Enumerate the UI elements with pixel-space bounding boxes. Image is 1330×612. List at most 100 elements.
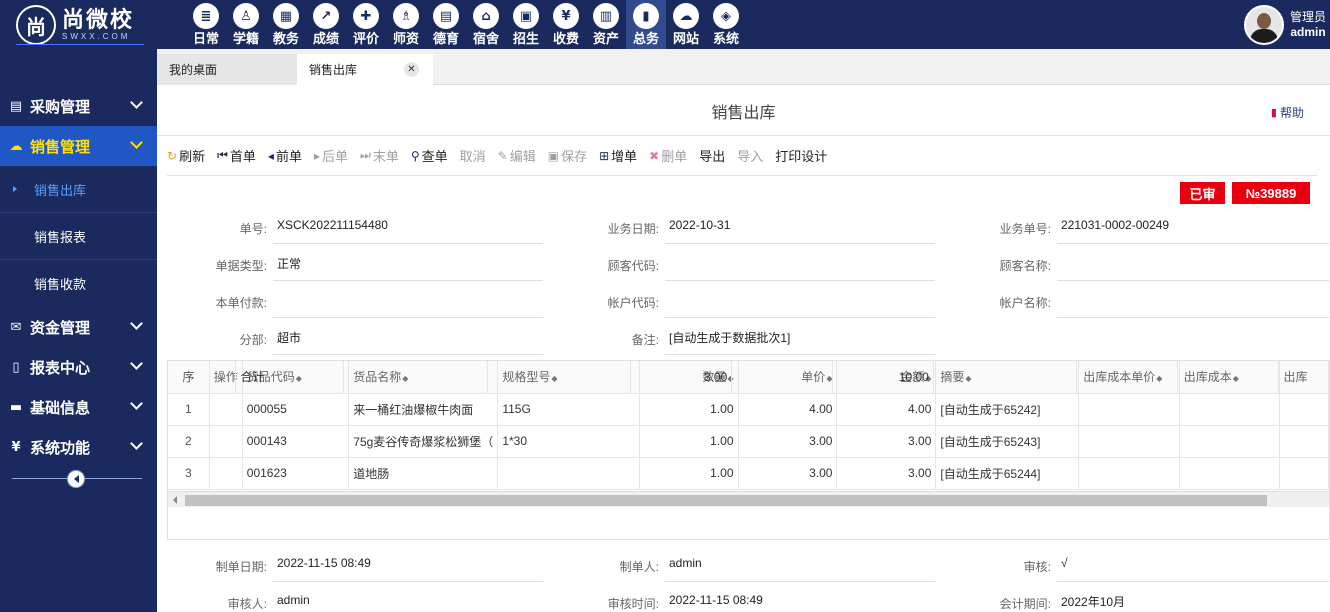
table-cell[interactable]	[1279, 425, 1329, 458]
table-row[interactable]: 3 001623 道地肠 1.00 3.00 3.00 [自动生成于65244]	[168, 457, 1329, 490]
toolbar-button-5[interactable]: ⚲ 查单	[411, 146, 448, 165]
module-1[interactable]: ♙ 学籍	[226, 0, 266, 49]
toolbar-button-3[interactable]: ▸ 后单	[314, 146, 348, 165]
table-cell[interactable]: [自动生成于65242]	[935, 393, 1080, 426]
field-value[interactable]: 正常	[273, 245, 543, 281]
sidebar-group-purchase[interactable]: ▤ 采购管理	[0, 86, 157, 126]
field-value[interactable]: 2022-11-15 08:49	[665, 583, 935, 612]
field-value[interactable]: 2022-10-31	[665, 208, 935, 244]
toolbar-button-0[interactable]: ↻ 刷新	[167, 146, 205, 165]
sidebar-item-sales-report[interactable]: 销售报表	[0, 213, 157, 260]
scroll-left-icon[interactable]	[173, 496, 177, 504]
module-4[interactable]: ✚ 评价	[346, 0, 386, 49]
field-value[interactable]: 超市	[273, 319, 543, 355]
logo[interactable]: 尚 尚微校 SWXX.COM	[16, 4, 144, 46]
module-0[interactable]: ≣ 日常	[186, 0, 226, 49]
field-value[interactable]: admin	[665, 546, 935, 582]
table-cell[interactable]: 1	[168, 393, 210, 426]
field-value[interactable]	[665, 245, 935, 281]
field-value[interactable]: √	[1057, 546, 1329, 582]
table-cell[interactable]: 2	[168, 425, 210, 458]
sidebar-item-sales-receipt[interactable]: 销售收款	[0, 260, 157, 307]
toolbar-button-2[interactable]: ◂ 前单	[268, 146, 302, 165]
tab-sales-outbound[interactable]: 销售出库 ✕	[297, 54, 433, 85]
table-cell[interactable]: 000055	[242, 393, 350, 426]
table-cell[interactable]: 1*30	[497, 425, 640, 458]
table-cell[interactable]: 001623	[242, 457, 350, 490]
table-cell[interactable]: 4.00	[738, 393, 838, 426]
toolbar-button-10[interactable]: ✖ 删单	[649, 146, 687, 165]
table-cell[interactable]: 75g麦谷传奇爆浆松狮堡（	[348, 425, 499, 458]
table-cell[interactable]	[1179, 393, 1280, 426]
module-7[interactable]: ⌂ 宿舍	[466, 0, 506, 49]
table-cell[interactable]: [自动生成于65243]	[935, 425, 1080, 458]
table-row[interactable]: 2 000143 75g麦谷传奇爆浆松狮堡（ 1*30 1.00 3.00 3.00 [自动生…	[168, 425, 1329, 458]
toolbar-button-13[interactable]: 打印设计	[775, 146, 827, 165]
table-cell[interactable]	[1078, 425, 1180, 458]
table-cell[interactable]	[1279, 457, 1329, 490]
table-cell[interactable]: 000143	[242, 425, 350, 458]
table-cell[interactable]: 1.00	[639, 425, 739, 458]
toolbar-button-7[interactable]: ✎ 编辑	[498, 146, 536, 165]
avatar[interactable]	[1243, 5, 1284, 45]
table-cell[interactable]	[497, 457, 640, 490]
table-cell[interactable]: 1.00	[639, 393, 739, 426]
close-icon[interactable]: ✕	[404, 62, 419, 77]
table-cell[interactable]	[1179, 425, 1280, 458]
field-value[interactable]	[273, 282, 543, 318]
toolbar-button-4[interactable]: ⏭ 末单	[360, 146, 399, 165]
table-cell[interactable]	[1078, 457, 1180, 490]
table-cell[interactable]: 来一桶红油爆椒牛肉面	[348, 393, 499, 426]
toolbar-button-8[interactable]: ▣ 保存	[548, 146, 587, 165]
field-value[interactable]: 221031-0002-00249	[1057, 208, 1329, 244]
module-5[interactable]: ♗ 师资	[386, 0, 426, 49]
table-row[interactable]: 1 000055 来一桶红油爆椒牛肉面 115G 1.00 4.00 4.00 [自动生成于6…	[168, 393, 1329, 426]
sidebar-collapse-button[interactable]	[67, 470, 85, 488]
toolbar-button-1[interactable]: ⏮ 首单	[217, 146, 256, 165]
field-value[interactable]	[665, 282, 935, 318]
table-cell[interactable]: 道地肠	[348, 457, 499, 490]
module-8[interactable]: ▣ 招生	[506, 0, 546, 49]
table-cell[interactable]: 3.00	[738, 425, 838, 458]
module-13[interactable]: ◈ 系统	[706, 0, 746, 49]
module-3[interactable]: ↗ 成绩	[306, 0, 346, 49]
table-cell[interactable]: 3.00	[836, 425, 937, 458]
module-9[interactable]: ¥ 收费	[546, 0, 586, 49]
table-cell[interactable]	[1078, 393, 1180, 426]
table-cell[interactable]: 1.00	[639, 457, 739, 490]
module-10[interactable]: ▥ 资产	[586, 0, 626, 49]
help-link[interactable]: ▮ 帮助	[1271, 104, 1304, 121]
field-value[interactable]	[1057, 245, 1329, 281]
table-cell[interactable]: 115G	[497, 393, 640, 426]
table-cell[interactable]	[1279, 393, 1329, 426]
sidebar-item-sales-outbound[interactable]: 销售出库	[0, 166, 157, 213]
table-cell[interactable]: 3	[168, 457, 210, 490]
field-value[interactable]	[1057, 282, 1329, 318]
field-value[interactable]: 2022年10月	[1057, 583, 1329, 612]
sidebar-group-sales[interactable]: ☁ 销售管理	[0, 126, 157, 166]
field-value[interactable]: admin	[273, 583, 543, 612]
scrollbar-thumb[interactable]	[185, 495, 1267, 506]
module-2[interactable]: ▦ 教务	[266, 0, 306, 49]
horizontal-scrollbar[interactable]	[168, 491, 1329, 507]
tab-desktop[interactable]: 我的桌面	[157, 54, 297, 85]
field-value[interactable]: XSCK202211154480	[273, 208, 543, 244]
field-value[interactable]: [自动生成于数据批次1]	[665, 319, 935, 355]
table-cell[interactable]: 3.00	[836, 457, 937, 490]
module-12[interactable]: ☁ 网站	[666, 0, 706, 49]
field-value[interactable]: 2022-11-15 08:49	[273, 546, 543, 582]
table-cell[interactable]: 4.00	[836, 393, 937, 426]
user-menu[interactable]: 管理员 admin	[1243, 5, 1326, 45]
sidebar-group-system[interactable]: ¥ 系统功能	[0, 427, 157, 467]
table-cell[interactable]	[209, 425, 243, 458]
table-cell[interactable]: 3.00	[738, 457, 838, 490]
toolbar-button-9[interactable]: ⊞ 增单	[599, 146, 637, 165]
sidebar-group-funds[interactable]: ✉ 资金管理	[0, 307, 157, 347]
module-11[interactable]: ▮ 总务	[626, 0, 666, 49]
toolbar-button-11[interactable]: 导出	[699, 146, 725, 165]
sidebar-group-basic-info[interactable]: ▬ 基础信息	[0, 387, 157, 427]
table-cell[interactable]: [自动生成于65244]	[935, 457, 1080, 490]
table-cell[interactable]	[209, 393, 243, 426]
table-cell[interactable]	[1179, 457, 1280, 490]
sidebar-group-reports[interactable]: ▯ 报表中心	[0, 347, 157, 387]
